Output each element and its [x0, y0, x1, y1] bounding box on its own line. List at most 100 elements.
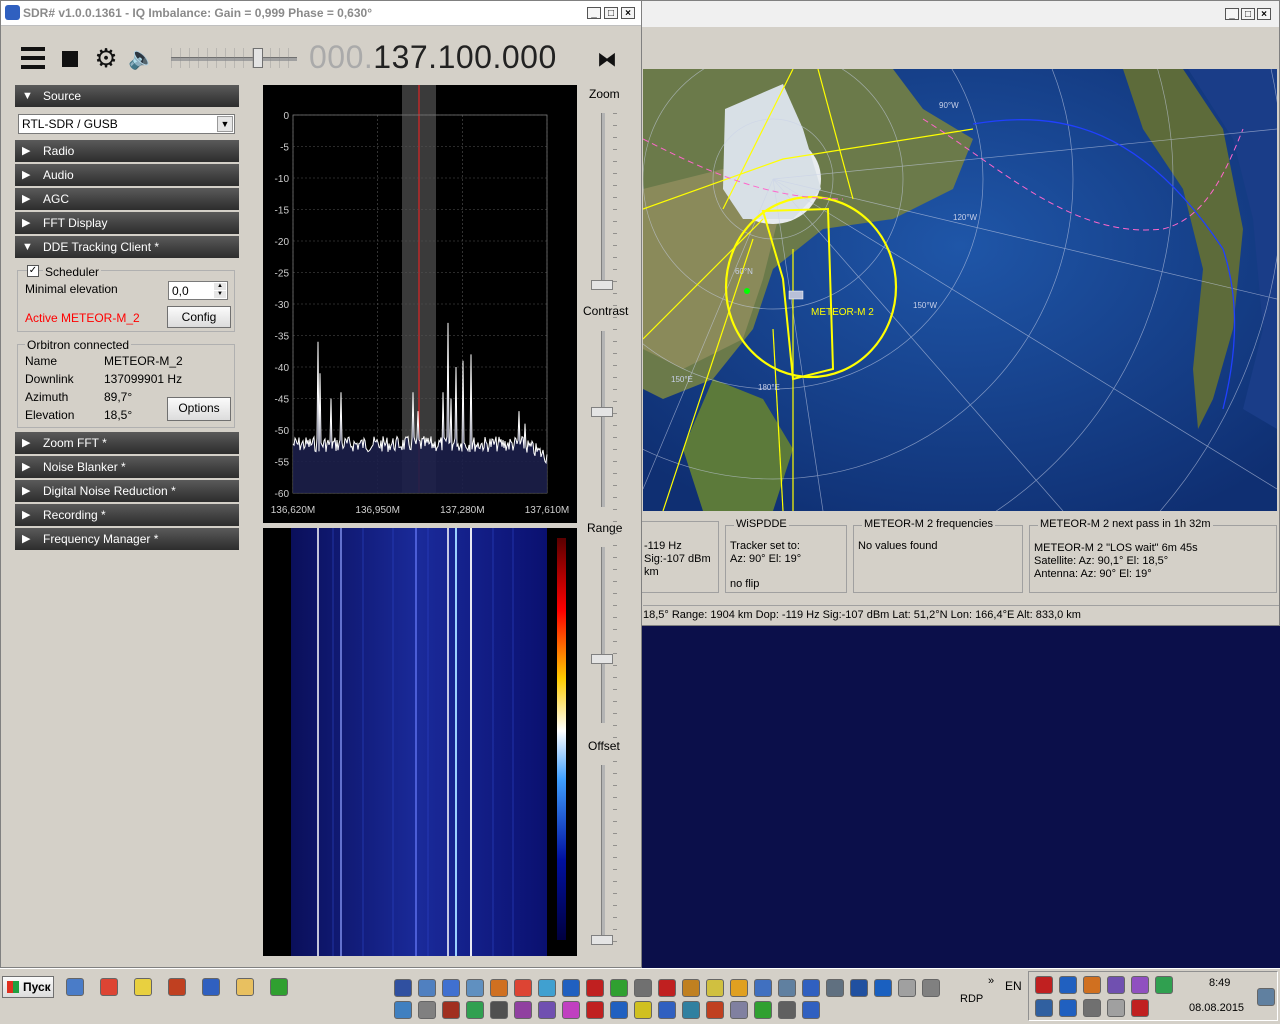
tray-icon[interactable]	[490, 979, 508, 997]
section-source[interactable]: ▼ Source	[15, 85, 239, 107]
tray-icon[interactable]	[1257, 988, 1275, 1006]
volume-slider-thumb[interactable]	[253, 48, 263, 68]
clock-time[interactable]: 8:49	[1209, 977, 1230, 989]
close-icon[interactable]: ×	[1257, 8, 1271, 20]
tray-icon[interactable]	[490, 1001, 508, 1019]
tray-icon[interactable]	[778, 1001, 796, 1019]
start-button[interactable]: Пуск	[2, 976, 54, 998]
contrast-slider[interactable]	[601, 331, 605, 507]
tray-icon[interactable]	[610, 979, 628, 997]
orbitron-title-bar[interactable]: _ □ ×	[641, 1, 1279, 27]
section-dde-tracking[interactable]: ▼ DDE Tracking Client *	[15, 236, 239, 258]
stop-icon[interactable]	[62, 51, 78, 67]
tray-icon[interactable]	[610, 1001, 628, 1019]
tray-icon[interactable]	[730, 979, 748, 997]
tray-icon[interactable]	[1131, 999, 1149, 1017]
folder-icon[interactable]	[236, 978, 254, 996]
tray-icon[interactable]	[1083, 976, 1101, 994]
min-elevation-input[interactable]: 0,0 ▲ ▼	[168, 281, 228, 300]
section-audio[interactable]: ▶ Audio	[15, 164, 239, 186]
tray-icon[interactable]	[1107, 976, 1125, 994]
tray-icon[interactable]	[1035, 999, 1053, 1017]
zoom-slider[interactable]	[601, 113, 605, 289]
chrome-icon[interactable]	[100, 978, 118, 996]
tray-icon[interactable]	[802, 979, 820, 997]
tray-icon[interactable]	[394, 979, 412, 997]
scheduler-checkbox[interactable]: ✓	[27, 265, 39, 277]
tray-icon[interactable]	[754, 1001, 772, 1019]
frequency-display[interactable]: 000.137.100.000	[309, 39, 557, 76]
tray-icon[interactable]	[754, 979, 772, 997]
minimize-icon[interactable]: _	[587, 7, 601, 19]
range-slider-thumb[interactable]	[591, 654, 613, 664]
tray-icon[interactable]	[1059, 999, 1077, 1017]
tray-icon[interactable]	[538, 979, 556, 997]
maximize-icon[interactable]: □	[604, 7, 618, 19]
tray-icon[interactable]	[538, 1001, 556, 1019]
app-icon[interactable]	[270, 978, 288, 996]
waterfall-display[interactable]	[263, 528, 577, 956]
sdr-title-bar[interactable]: SDR# v1.0.0.1361 - IQ Imbalance: Gain = …	[1, 1, 641, 26]
speaker-icon[interactable]: 🔈	[127, 43, 157, 73]
tray-icon[interactable]	[634, 1001, 652, 1019]
section-fft-display[interactable]: ▶ FFT Display	[15, 212, 239, 234]
tray-icon[interactable]	[922, 979, 940, 997]
gear-icon[interactable]: ⚙	[91, 43, 121, 73]
tray-icon[interactable]	[394, 1001, 412, 1019]
offset-slider[interactable]	[601, 765, 605, 941]
clock-date[interactable]: 08.08.2015	[1189, 1002, 1244, 1014]
spectrum-display[interactable]: 0 -5 -10 -15 -20 -25 -30 -35 -40 -45 -50 -55 -60 136,…	[263, 85, 577, 523]
config-button[interactable]: Config	[167, 306, 231, 328]
section-recording[interactable]: ▶ Recording *	[15, 504, 239, 526]
speaker-icon[interactable]	[1107, 999, 1125, 1017]
shield-icon[interactable]	[1035, 976, 1053, 994]
tray-icon[interactable]	[514, 1001, 532, 1019]
spin-down-icon[interactable]: ▼	[214, 291, 226, 298]
contrast-slider-thumb[interactable]	[591, 407, 613, 417]
tray-icon[interactable]	[802, 1001, 820, 1019]
center-tune-icon[interactable]: ⧓	[597, 47, 617, 72]
tray-icon[interactable]	[1083, 999, 1101, 1017]
spin-up-icon[interactable]: ▲	[214, 283, 226, 290]
tray-icon[interactable]	[562, 1001, 580, 1019]
range-slider[interactable]	[601, 547, 605, 723]
filezilla-icon[interactable]	[586, 979, 604, 997]
section-frequency-manager[interactable]: ▶ Frequency Manager *	[15, 528, 239, 550]
app-icon[interactable]	[66, 978, 84, 996]
zoom-slider-thumb[interactable]	[591, 280, 613, 290]
tray-icon[interactable]	[418, 1001, 436, 1019]
tray-icon[interactable]	[730, 1001, 748, 1019]
tray-icon[interactable]	[634, 979, 652, 997]
source-select[interactable]: RTL-SDR / GUSB ▼	[18, 114, 235, 134]
tray-icon[interactable]	[658, 1001, 676, 1019]
sdr-icon[interactable]	[202, 978, 220, 996]
tray-icon[interactable]	[850, 979, 868, 997]
tray-icon[interactable]	[442, 1001, 460, 1019]
maximize-icon[interactable]: □	[1241, 8, 1255, 20]
tray-icon[interactable]	[418, 979, 436, 997]
section-radio[interactable]: ▶ Radio	[15, 140, 239, 162]
tray-icon[interactable]	[562, 979, 580, 997]
app-icon[interactable]	[168, 978, 186, 996]
tray-icon[interactable]	[442, 979, 460, 997]
tray-icon[interactable]	[1155, 976, 1173, 994]
app-icon[interactable]	[134, 978, 152, 996]
section-digital-noise-reduction[interactable]: ▶ Digital Noise Reduction *	[15, 480, 239, 502]
tray-icon[interactable]	[514, 979, 532, 997]
close-icon[interactable]: ×	[621, 7, 635, 19]
network-icon[interactable]	[1059, 976, 1077, 994]
tray-icon[interactable]	[898, 979, 916, 997]
world-map[interactable]: METEOR-M 2 150°W 120°W 90°W 180°E 150°E …	[643, 69, 1277, 511]
menu-icon[interactable]	[21, 47, 45, 69]
photoshop-icon[interactable]	[874, 979, 892, 997]
language-indicator[interactable]: EN	[1005, 979, 1022, 993]
tray-icon[interactable]	[682, 979, 700, 997]
offset-slider-thumb[interactable]	[591, 935, 613, 945]
minimize-icon[interactable]: _	[1225, 8, 1239, 20]
section-noise-blanker[interactable]: ▶ Noise Blanker *	[15, 456, 239, 478]
tray-icon[interactable]	[466, 979, 484, 997]
section-zoom-fft[interactable]: ▶ Zoom FFT *	[15, 432, 239, 454]
tray-icon[interactable]	[466, 1001, 484, 1019]
tray-icon[interactable]	[706, 1001, 724, 1019]
viber-icon[interactable]	[1131, 976, 1149, 994]
